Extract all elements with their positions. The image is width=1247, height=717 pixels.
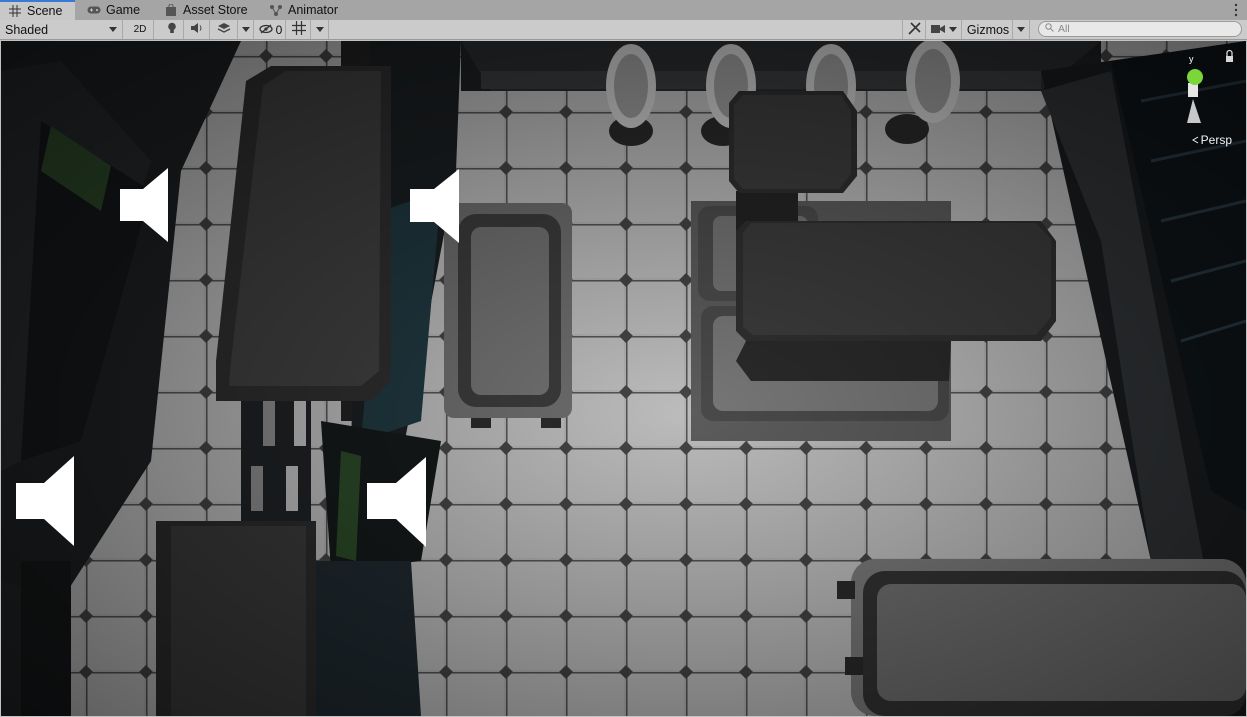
grid-snap-icon (292, 21, 306, 38)
chevron-down-icon (949, 27, 957, 32)
shopping-bag-icon (164, 3, 178, 17)
animator-icon (269, 3, 283, 17)
draw-mode-value: Shaded (5, 22, 49, 37)
camera-icon (931, 23, 945, 37)
tab-label: Animator (288, 3, 339, 17)
effects-toggle-button[interactable] (211, 20, 238, 39)
grid-icon (8, 4, 22, 18)
camera-settings-button[interactable] (927, 20, 962, 39)
grid-dropdown-button[interactable] (312, 20, 329, 39)
chevron-down-icon (241, 27, 250, 32)
chevron-down-icon (316, 27, 324, 32)
gizmo-axis-y-label: y (1189, 54, 1194, 64)
lightbulb-icon (167, 22, 177, 37)
gizmos-dropdown-button[interactable] (1013, 20, 1030, 39)
tools-button[interactable] (902, 20, 926, 39)
lighting-toggle-button[interactable] (160, 20, 184, 39)
ambient-shading (1, 41, 1246, 716)
scene-toolbar: Shaded 2D 0 Gizmos All (0, 20, 1247, 40)
chevron-down-icon (109, 27, 117, 32)
tab-game[interactable]: Game (79, 0, 159, 20)
tab-label: Scene (27, 4, 63, 18)
gamepad-icon (87, 3, 101, 17)
audio-toggle-button[interactable] (185, 20, 210, 39)
tab-label: Asset Store (183, 3, 248, 17)
tab-label: Game (106, 3, 141, 17)
hidden-count: 0 (275, 22, 283, 37)
gizmos-button[interactable]: Gizmos (962, 20, 1013, 39)
eye-slash-icon (259, 23, 273, 37)
search-placeholder: All (1058, 23, 1070, 35)
scene-search-input[interactable]: All (1038, 21, 1242, 37)
effects-dropdown-button[interactable] (238, 20, 254, 39)
2d-label: 2D (133, 24, 147, 35)
scene-visibility-toggle[interactable]: 0 (256, 20, 286, 39)
chevron-left-icon (1191, 136, 1199, 144)
editor-tab-bar: Scene Game Asset Store Animator (0, 0, 1247, 20)
gizmos-label: Gizmos (966, 22, 1010, 37)
tab-scene[interactable]: Scene (0, 0, 75, 20)
projection-label: Persp (1200, 133, 1232, 147)
layers-icon (217, 22, 231, 37)
tab-animator[interactable]: Animator (261, 0, 346, 20)
draw-mode-dropdown[interactable]: Shaded (0, 20, 123, 39)
grid-snapping-button[interactable] (288, 20, 311, 39)
more-options-icon[interactable] (1233, 2, 1239, 18)
2d-toggle-button[interactable]: 2D (127, 20, 154, 39)
search-icon (1045, 23, 1054, 35)
scene-viewport[interactable]: y Persp (1, 41, 1246, 716)
speaker-icon (190, 22, 204, 37)
chevron-down-icon (1017, 27, 1025, 32)
tab-asset-store[interactable]: Asset Store (156, 0, 256, 20)
tools-icon (907, 21, 921, 38)
projection-toggle[interactable]: Persp (1191, 133, 1232, 147)
